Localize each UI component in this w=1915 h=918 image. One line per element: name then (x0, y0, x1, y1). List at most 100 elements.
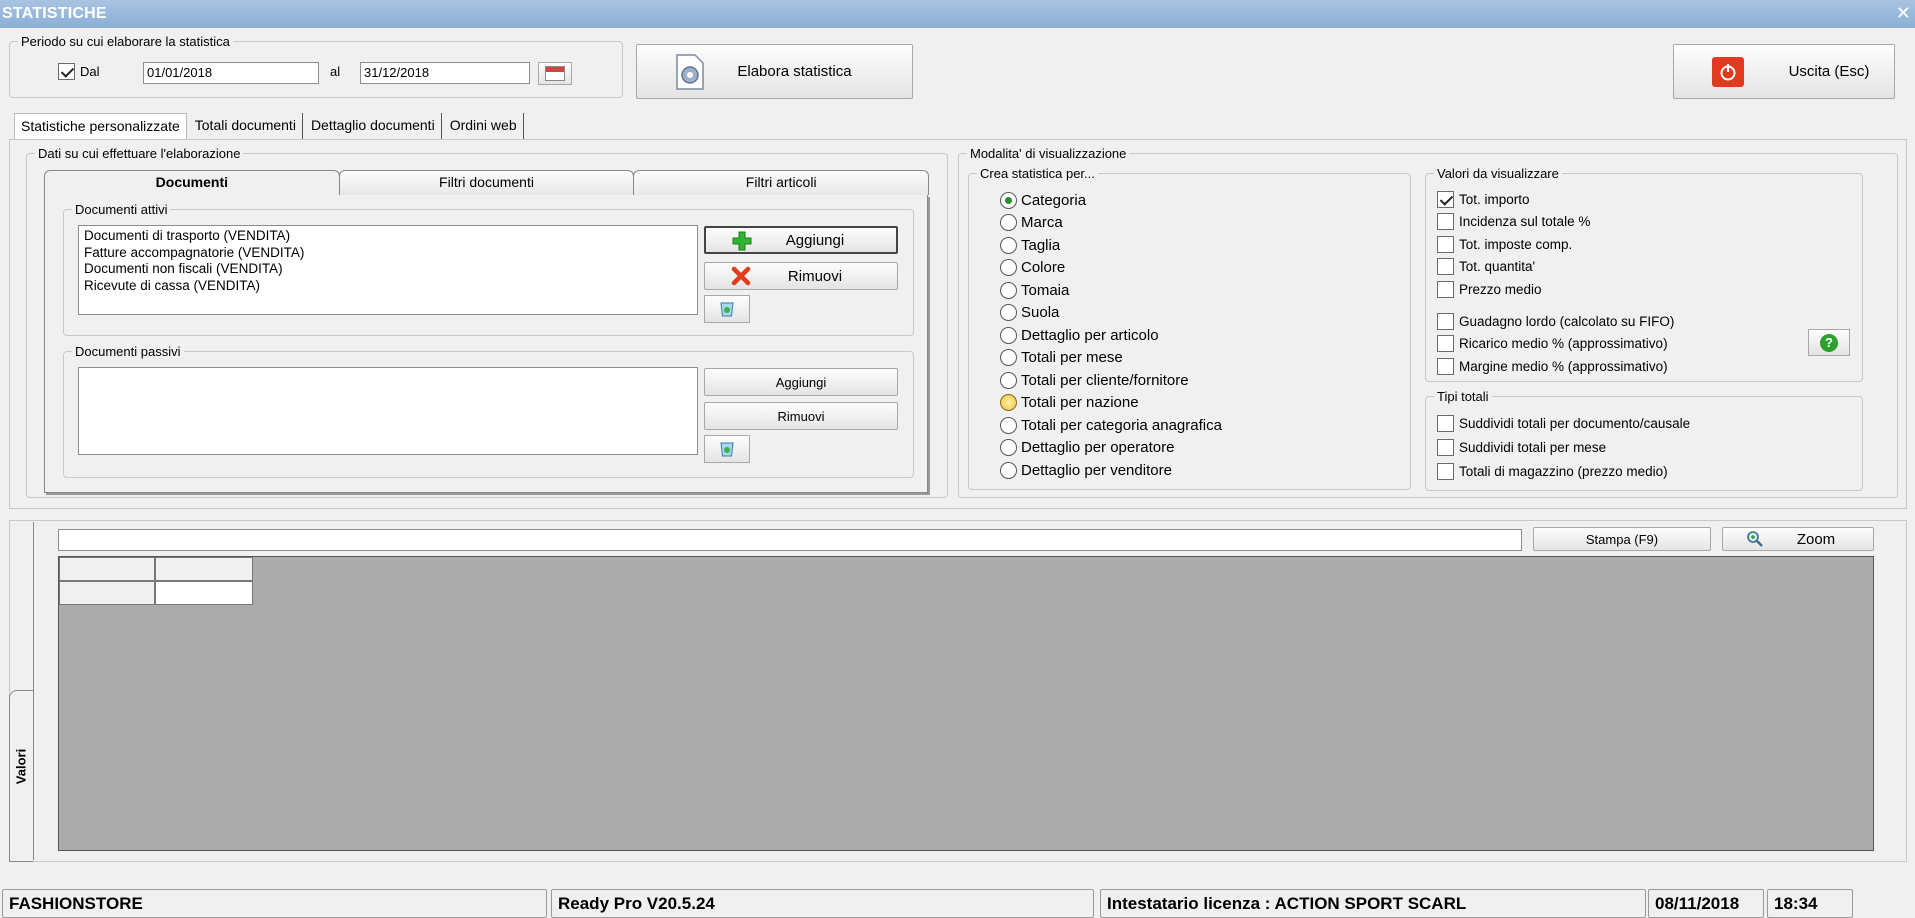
calendar-button[interactable] (538, 62, 572, 85)
radio-dettaglio-articolo[interactable]: Dettaglio per articolo (1000, 324, 1222, 347)
subtab-filtri-articoli[interactable]: Filtri articoli (633, 170, 930, 195)
checkbox-tot-quantita[interactable]: Tot. quantita' (1437, 256, 1590, 279)
radio-button[interactable] (1000, 214, 1017, 232)
documenti-attivi-list[interactable]: Documenti di trasporto (VENDITA) Fatture… (78, 225, 698, 315)
subtab-filtri-documenti[interactable]: Filtri documenti (338, 170, 635, 195)
radio-button[interactable] (1000, 236, 1017, 254)
radio-taglia[interactable]: Taglia (1000, 234, 1222, 257)
radio-totali-categoria-anagrafica[interactable]: Totali per categoria anagrafica (1000, 414, 1222, 437)
radio-totali-nazione[interactable]: Totali per nazione (1000, 392, 1222, 415)
checkbox-totali-magazzino[interactable]: Totali di magazzino (prezzo medio) (1437, 459, 1690, 483)
close-icon[interactable]: ✕ (1896, 0, 1911, 26)
tab-ordini-web[interactable]: Ordini web (444, 113, 524, 139)
from-checkbox[interactable] (58, 63, 75, 80)
checkbox[interactable] (1437, 280, 1454, 298)
checkbox[interactable] (1437, 258, 1454, 276)
create-by-options: Categoria Marca Taglia Colore Tomaia Suo… (1000, 189, 1222, 482)
results-search-input[interactable] (58, 529, 1522, 551)
checkbox-prezzo-medio[interactable]: Prezzo medio (1437, 278, 1590, 301)
data-subtabs: Documenti Filtri documenti Filtri artico… (44, 170, 930, 195)
grid-header-cell[interactable] (155, 557, 253, 581)
radio-label: Categoria (1021, 191, 1087, 209)
tab-dettaglio-documenti[interactable]: Dettaglio documenti (305, 113, 442, 139)
checkbox-tot-importo[interactable]: Tot. importo (1437, 188, 1590, 211)
print-button[interactable]: Stampa (F9) (1533, 527, 1711, 551)
passivi-clear-button[interactable] (704, 435, 750, 463)
list-item[interactable]: Fatture accompagnatorie (VENDITA) (84, 245, 692, 262)
checkbox-incidenza[interactable]: Incidenza sul totale % (1437, 211, 1590, 234)
radio-button[interactable] (1000, 326, 1017, 344)
attivi-add-button[interactable]: Aggiungi (704, 226, 898, 254)
tab-statistiche-personalizzate[interactable]: Statistiche personalizzate (14, 113, 187, 139)
checkbox[interactable] (1437, 357, 1454, 375)
radio-button[interactable] (1000, 304, 1017, 322)
from-checkbox-row[interactable]: Dal (58, 63, 100, 80)
grid-header-cell[interactable] (59, 557, 155, 581)
checkbox[interactable] (1437, 213, 1454, 231)
radio-button[interactable] (1000, 259, 1017, 277)
radio-totali-mese[interactable]: Totali per mese (1000, 347, 1222, 370)
zoom-button[interactable]: Zoom (1722, 527, 1874, 551)
attivi-clear-button[interactable] (704, 295, 750, 323)
list-item[interactable]: Documenti di trasporto (VENDITA) (84, 228, 692, 245)
radio-button[interactable] (1000, 416, 1017, 434)
checkbox-label: Tot. imposte comp. (1459, 236, 1573, 252)
checkbox-suddividi-mese[interactable]: Suddividi totali per mese (1437, 435, 1690, 459)
passivi-add-button[interactable]: Aggiungi (704, 368, 898, 396)
checkbox-suddividi-documento[interactable]: Suddividi totali per documento/causale (1437, 411, 1690, 435)
checkbox[interactable] (1437, 414, 1454, 432)
checkbox[interactable] (1437, 438, 1454, 456)
grid-cell[interactable] (155, 581, 253, 605)
passivi-remove-button[interactable]: Rimuovi (704, 402, 898, 430)
list-item[interactable]: Ricevute di cassa (VENDITA) (84, 278, 692, 295)
help-button[interactable]: ? (1808, 329, 1850, 356)
checkbox-label: Prezzo medio (1459, 281, 1542, 297)
checkbox[interactable] (1437, 335, 1454, 353)
documenti-passivi-list[interactable] (78, 367, 698, 455)
magnifier-icon (1745, 530, 1765, 552)
radio-categoria[interactable]: Categoria (1000, 189, 1222, 212)
radio-button[interactable] (1000, 281, 1017, 299)
radio-button[interactable] (1000, 371, 1017, 389)
checkbox[interactable] (1437, 235, 1454, 253)
checkbox-margine-medio[interactable]: Margine medio % (approssimativo) (1437, 355, 1674, 378)
from-date-input[interactable]: 01/01/2018 (143, 62, 319, 84)
status-time: 18:34 (1767, 889, 1853, 918)
checkbox[interactable] (1437, 190, 1454, 208)
values-options-2: Guadagno lordo (calcolato su FIFO) Ricar… (1437, 310, 1674, 378)
checkbox-label: Suddividi totali per documento/causale (1459, 415, 1691, 431)
results-grid[interactable] (58, 556, 1874, 851)
checkbox[interactable] (1437, 312, 1454, 330)
subtab-documenti[interactable]: Documenti (44, 170, 340, 195)
radio-label: Totali per nazione (1021, 394, 1139, 412)
side-tab[interactable]: Valori (9, 690, 33, 862)
x-icon (731, 266, 751, 286)
exit-button[interactable]: Uscita (Esc) (1673, 44, 1895, 99)
radio-dettaglio-operatore[interactable]: Dettaglio per operatore (1000, 437, 1222, 460)
radio-totali-cliente[interactable]: Totali per cliente/fornitore (1000, 369, 1222, 392)
radio-button[interactable] (1000, 439, 1017, 457)
radio-button[interactable] (1000, 349, 1017, 367)
radio-label: Colore (1021, 259, 1066, 277)
radio-button[interactable] (1000, 461, 1017, 479)
radio-suola[interactable]: Suola (1000, 302, 1222, 325)
grid-row-header[interactable] (59, 581, 155, 605)
gear-document-icon (673, 53, 707, 91)
radio-button[interactable] (1000, 394, 1017, 412)
checkbox[interactable] (1437, 462, 1454, 480)
checkbox-guadagno-lordo[interactable]: Guadagno lordo (calcolato su FIFO) (1437, 310, 1674, 333)
tab-totali-documenti[interactable]: Totali documenti (189, 113, 303, 139)
elabora-statistica-button[interactable]: Elabora statistica (636, 44, 913, 99)
list-item[interactable]: Documenti non fiscali (VENDITA) (84, 261, 692, 278)
radio-button[interactable] (1000, 191, 1017, 209)
radio-marca[interactable]: Marca (1000, 212, 1222, 235)
status-date: 08/11/2018 (1648, 889, 1764, 918)
to-date-input[interactable]: 31/12/2018 (360, 62, 530, 84)
radio-label: Dettaglio per operatore (1021, 439, 1175, 457)
radio-dettaglio-venditore[interactable]: Dettaglio per venditore (1000, 459, 1222, 482)
attivi-remove-button[interactable]: Rimuovi (704, 262, 898, 290)
radio-tomaia[interactable]: Tomaia (1000, 279, 1222, 302)
checkbox-ricarico-medio[interactable]: Ricarico medio % (approssimativo) (1437, 333, 1674, 356)
checkbox-tot-imposte[interactable]: Tot. imposte comp. (1437, 233, 1590, 256)
radio-colore[interactable]: Colore (1000, 257, 1222, 280)
